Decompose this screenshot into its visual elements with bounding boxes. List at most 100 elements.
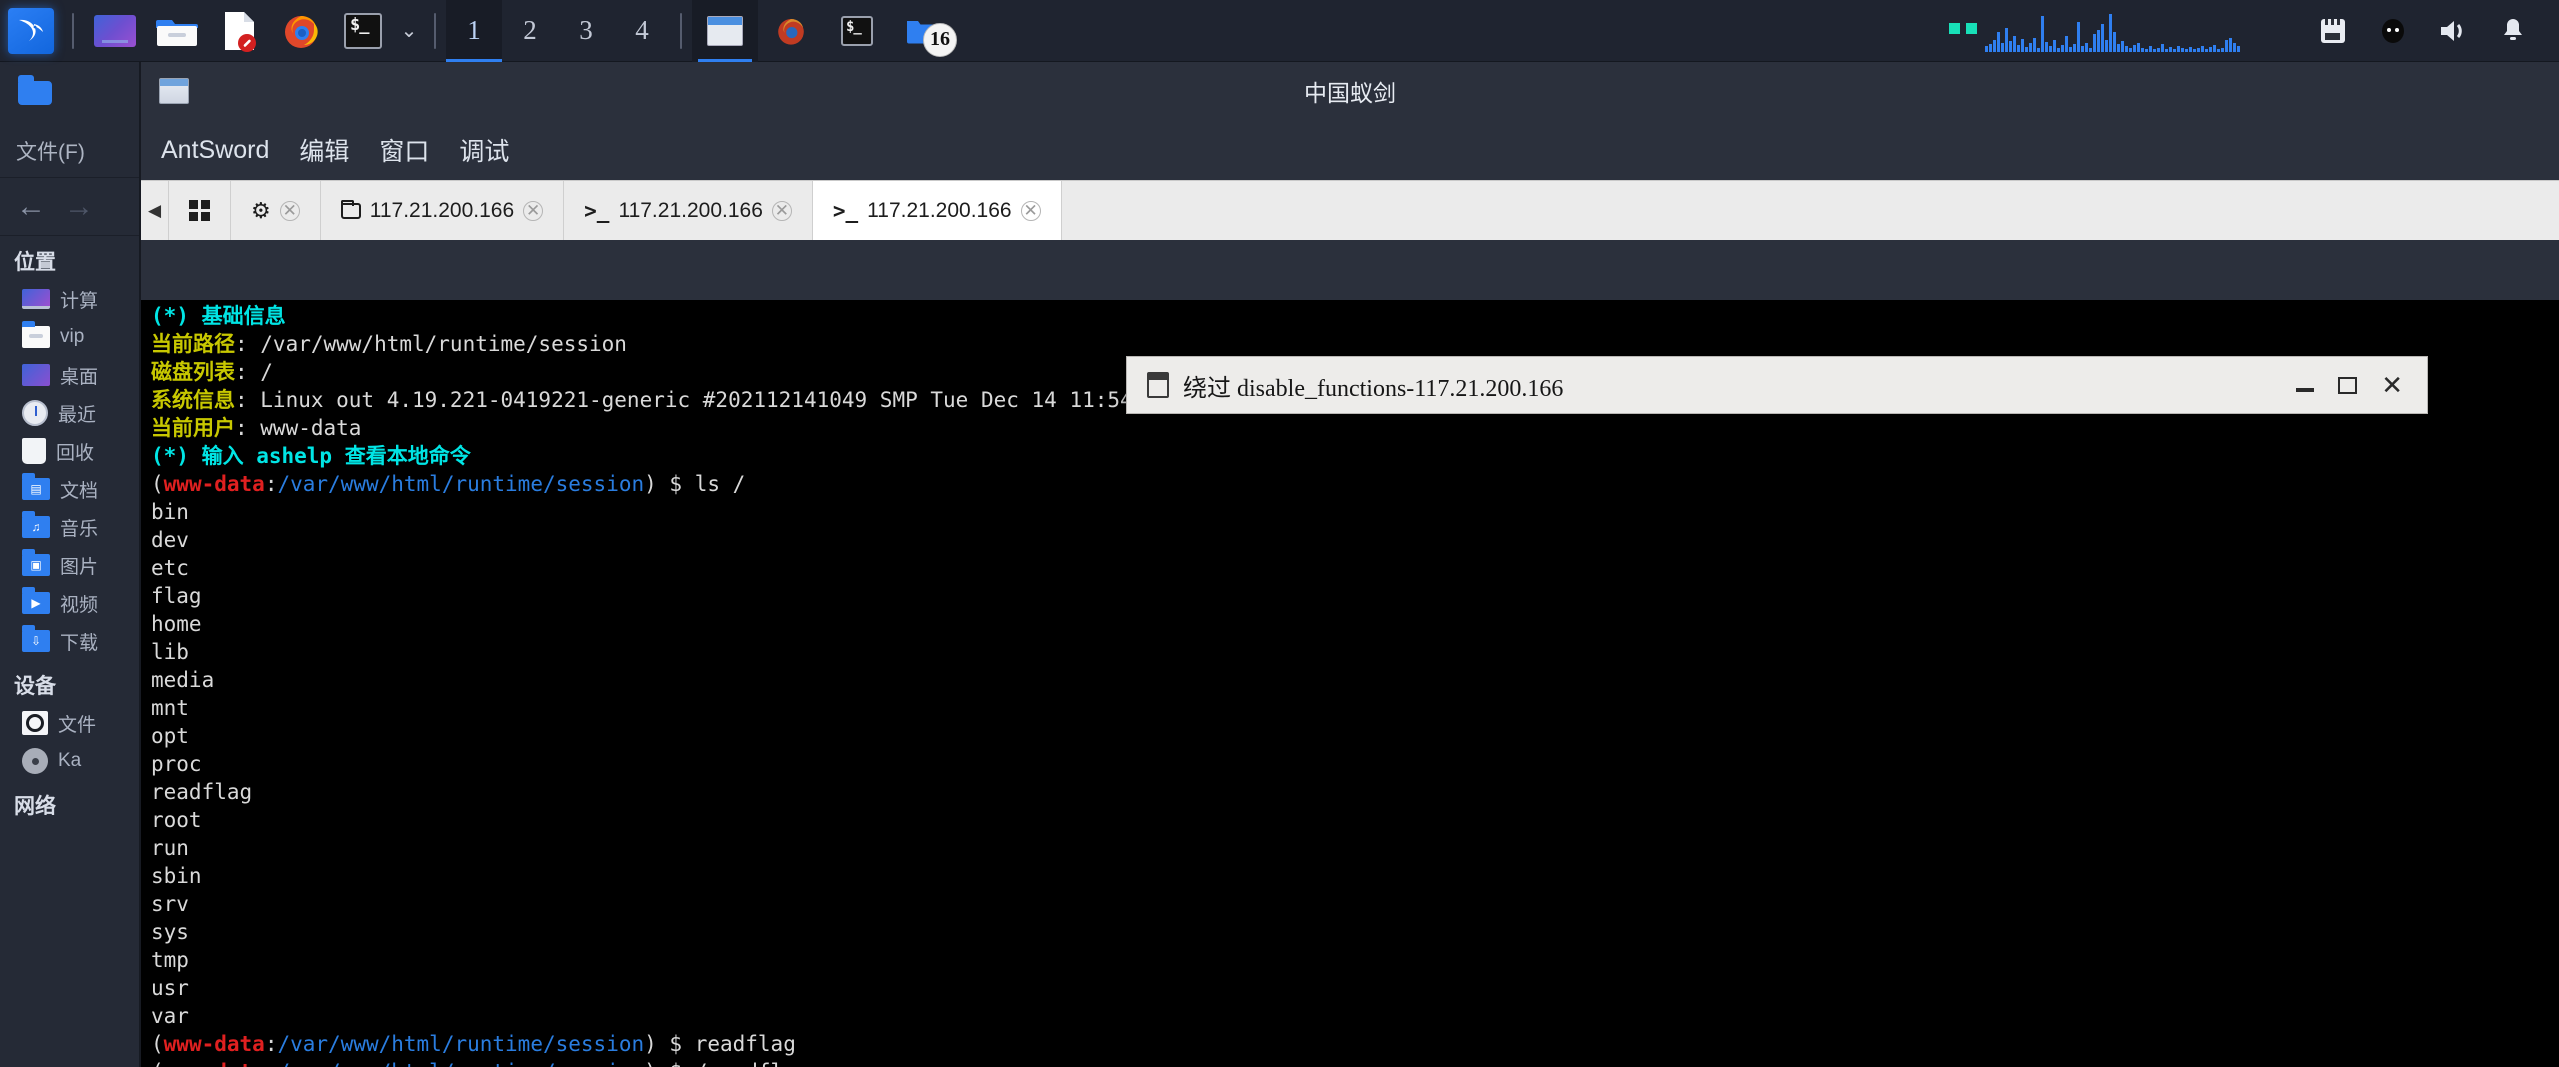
- window-icon: [159, 78, 189, 104]
- window-count-badge: 16: [923, 22, 957, 57]
- taskbar-terminal-window[interactable]: $_: [824, 0, 890, 62]
- terminal-text: opt: [151, 724, 189, 748]
- close-icon[interactable]: ✕: [279, 200, 300, 221]
- sidebar-item-label: 桌面: [60, 366, 99, 388]
- terminal-text: home: [151, 612, 202, 636]
- menu-window[interactable]: 窗口: [379, 132, 429, 168]
- tab-scroll-left-button[interactable]: ◀: [141, 181, 169, 240]
- tab-settings[interactable]: ⚙ ✕: [231, 181, 321, 240]
- network-icon[interactable]: [2303, 0, 2363, 62]
- close-icon[interactable]: ✕: [1020, 200, 1041, 221]
- desktop-icon: [94, 14, 136, 47]
- user-icon[interactable]: [2363, 0, 2423, 62]
- back-arrow-icon[interactable]: ←: [16, 191, 46, 222]
- terminal-text: (*) 基础信息: [151, 304, 286, 328]
- launcher-firefox[interactable]: [270, 0, 332, 62]
- forward-arrow-icon[interactable]: →: [64, 191, 94, 222]
- top-panel: $_ ⌄ 1 2 3 4 $_ 16: [0, 0, 2559, 62]
- panel-separator: [680, 12, 682, 49]
- tab-filemanager-117-21-200-166[interactable]: 117.21.200.166 ✕: [320, 181, 565, 240]
- taskbar-file-manager-window[interactable]: 16: [890, 0, 957, 62]
- terminal-text: mnt: [151, 696, 189, 720]
- document-edit-icon: [222, 10, 256, 52]
- launcher-show-desktop[interactable]: [84, 0, 146, 62]
- workspace-1[interactable]: 1: [446, 0, 502, 62]
- terminal-line: srv: [151, 890, 2559, 918]
- menu-debug[interactable]: 调试: [459, 132, 509, 168]
- sidebar-item-recent[interactable]: 最近: [0, 394, 139, 432]
- workspace-2[interactable]: 2: [502, 0, 558, 62]
- terminal-text: ) $ ls /: [644, 472, 746, 496]
- terminal-text: www-data: [164, 1060, 265, 1067]
- sidebar-item-vip[interactable]: vip: [0, 318, 139, 356]
- sidebar-item-computer[interactable]: 计算: [0, 280, 139, 318]
- sidebar-item-desktop[interactable]: 桌面: [0, 356, 139, 394]
- terminal-text: srv: [151, 892, 189, 916]
- terminal-text: bin: [151, 500, 189, 524]
- sidebar-item-filesystem[interactable]: 文件: [0, 704, 139, 742]
- antsword-menubar: AntSword 编辑 窗口 调试: [141, 120, 2559, 180]
- notification-bell-icon[interactable]: [2483, 0, 2543, 62]
- bypass-disable-functions-dialog[interactable]: 绕过 disable_functions-117.21.200.166 ✕: [1126, 356, 2428, 414]
- maximize-button[interactable]: [2338, 376, 2358, 394]
- terminal-line: mnt: [151, 694, 2559, 722]
- terminal-text: dev: [151, 528, 189, 552]
- tab-terminal-2-117-21-200-166[interactable]: >_ 117.21.200.166 ✕: [812, 181, 1062, 240]
- sidebar-item-kali-cdrom[interactable]: Ka: [0, 742, 139, 780]
- sidebar-section-title-places: 位置: [14, 251, 56, 274]
- terminal-text: 当前用户: [151, 416, 235, 440]
- chevron-down-icon[interactable]: ⌄: [394, 0, 424, 62]
- terminal-line: root: [151, 806, 2559, 834]
- close-button[interactable]: ✕: [2381, 372, 2403, 398]
- terminal-text: :: [265, 1060, 278, 1067]
- file-menu[interactable]: 文件(F): [0, 124, 139, 178]
- terminal-text: (*) 输入 ashelp 查看本地命令: [151, 444, 471, 468]
- sidebar-item-videos[interactable]: ▶ 视频: [0, 584, 139, 622]
- kali-menu-button[interactable]: [0, 0, 62, 62]
- sidebar-item-trash[interactable]: 回收: [0, 432, 139, 470]
- sidebar-item-documents[interactable]: ▤ 文档: [0, 470, 139, 508]
- sidebar-section-title-network: 网络: [14, 795, 56, 818]
- tab-home[interactable]: [169, 181, 231, 240]
- volume-icon[interactable]: [2423, 0, 2483, 62]
- tab-terminal-1-117-21-200-166[interactable]: >_ 117.21.200.166 ✕: [564, 181, 813, 240]
- close-icon[interactable]: ✕: [771, 200, 792, 221]
- workspace-4[interactable]: 4: [614, 0, 670, 62]
- terminal-text: :: [264, 472, 278, 496]
- antsword-window[interactable]: 中国蚁剑 AntSword 编辑 窗口 调试 ◀ ⚙ ✕ 117.21.200.…: [140, 62, 2559, 1067]
- taskbar-firefox-window[interactable]: [758, 0, 824, 62]
- sidebar-item-pictures[interactable]: ▣ 图片: [0, 546, 139, 584]
- menu-edit[interactable]: 编辑: [299, 132, 349, 168]
- terminal-output[interactable]: (*) 基础信息 当前路径: /var/www/html/runtime/sess…: [141, 300, 2559, 1067]
- sidebar-item-music[interactable]: ♫ 音乐: [0, 508, 139, 546]
- terminal-text: lib: [151, 640, 189, 664]
- sidebar-item-label: Ka: [58, 750, 82, 771]
- folder-icon: [18, 75, 52, 105]
- close-icon[interactable]: ✕: [523, 200, 544, 221]
- terminal-text: var: [151, 1004, 189, 1028]
- launcher-text-editor[interactable]: [208, 0, 270, 62]
- drive-icon: [22, 711, 48, 735]
- terminal-line: etc: [151, 554, 2559, 582]
- taskbar-antsword-window[interactable]: [692, 0, 758, 62]
- menu-antsword[interactable]: AntSword: [161, 136, 269, 165]
- launcher-terminal[interactable]: $_: [332, 0, 394, 62]
- kali-dragon-icon: [8, 7, 54, 54]
- cpu-graph[interactable]: [1985, 10, 2285, 52]
- terminal-line: 当前用户: www-data: [151, 414, 2559, 442]
- terminal-text: /var/www/html/runtime/session: [277, 472, 645, 496]
- terminal-text: (: [151, 1060, 164, 1067]
- launcher-file-manager[interactable]: [146, 0, 208, 62]
- music-folder-icon: ♫: [22, 511, 50, 538]
- shell-prompt-icon: >_: [832, 198, 859, 223]
- terminal-line: readflag: [151, 778, 2559, 806]
- terminal-text: ) $ /readflag: [644, 1060, 808, 1067]
- window-controls: ✕: [2296, 372, 2427, 398]
- terminal-line: var: [151, 1002, 2559, 1030]
- cpu-dot: [1949, 23, 1960, 34]
- sidebar-item-downloads[interactable]: ⇩ 下载: [0, 622, 139, 660]
- antsword-titlebar[interactable]: 中国蚁剑: [141, 62, 2559, 120]
- file-manager-window[interactable]: 文件(F) ← → 位置 计算 vip 桌面 最近 回收 ▤ 文档 ♫ 音乐 ▣…: [0, 62, 140, 1067]
- workspace-3[interactable]: 3: [558, 0, 614, 62]
- minimize-button[interactable]: [2296, 378, 2315, 392]
